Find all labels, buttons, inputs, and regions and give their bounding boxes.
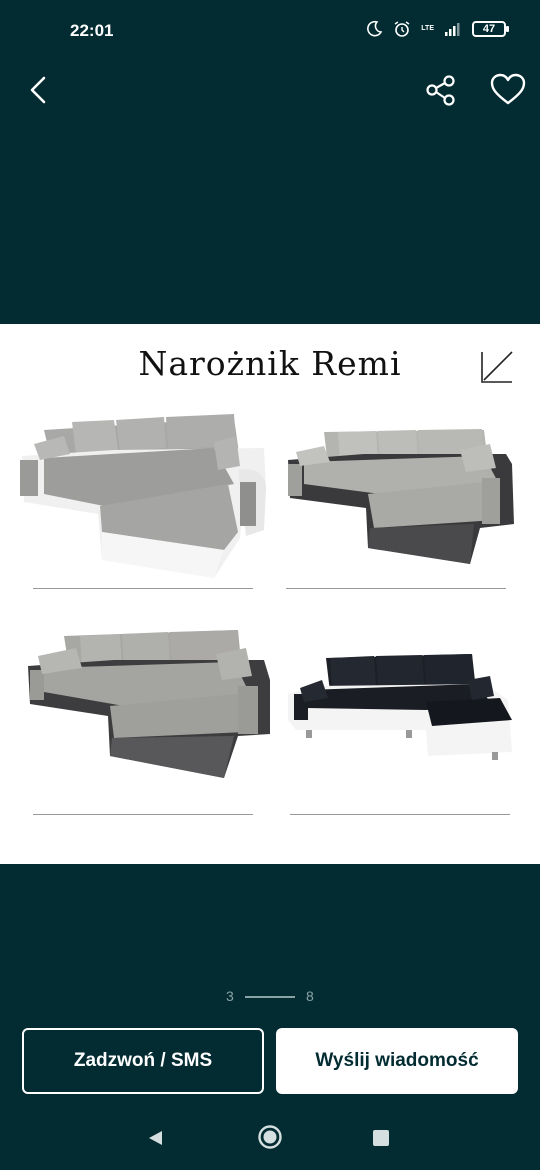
status-bar: 22:01 LTE 47 [0, 0, 540, 62]
share-button[interactable] [422, 70, 460, 110]
call-sms-button[interactable]: Zadzwoń / SMS [22, 1028, 264, 1094]
top-nav [0, 62, 540, 118]
pager-line [245, 996, 295, 998]
signal-icon [445, 23, 460, 36]
pager-total: 8 [306, 988, 314, 1004]
photo-title: Narożnik Remi [138, 344, 402, 383]
chevron-left-icon [30, 76, 46, 104]
share-icon [426, 75, 455, 106]
sofa-divider-4 [290, 814, 510, 815]
sofa-divider-2 [286, 588, 506, 589]
heart-icon [490, 73, 526, 105]
status-icons: LTE 47 [365, 20, 509, 38]
sofa-image-4 [288, 654, 512, 760]
network-type: LTE [421, 25, 434, 32]
nav-back-icon[interactable] [146, 1128, 166, 1148]
moon-icon [367, 20, 383, 37]
sofa-image-3 [28, 630, 270, 778]
product-photo[interactable]: Narożnik Remi [0, 324, 540, 864]
battery-icon: 47 [472, 21, 509, 37]
nav-recents-icon[interactable] [373, 1130, 389, 1146]
back-button[interactable] [22, 70, 58, 110]
nav-home-icon[interactable] [257, 1124, 283, 1150]
sofa-divider-3 [33, 814, 253, 815]
alarm-icon [394, 21, 410, 37]
corner-arrow-icon [481, 351, 513, 383]
sofa-divider-1 [33, 588, 253, 589]
favorite-button[interactable] [488, 70, 528, 110]
status-time: 22:01 [70, 21, 114, 40]
send-message-button[interactable]: Wyślij wiadomość [276, 1028, 518, 1094]
sofa-image-1 [20, 414, 266, 578]
pager-current: 3 [226, 988, 234, 1004]
image-pager: 3 8 [0, 988, 540, 1006]
sofa-image-2 [288, 429, 514, 564]
system-navigation-bar [0, 1110, 540, 1170]
